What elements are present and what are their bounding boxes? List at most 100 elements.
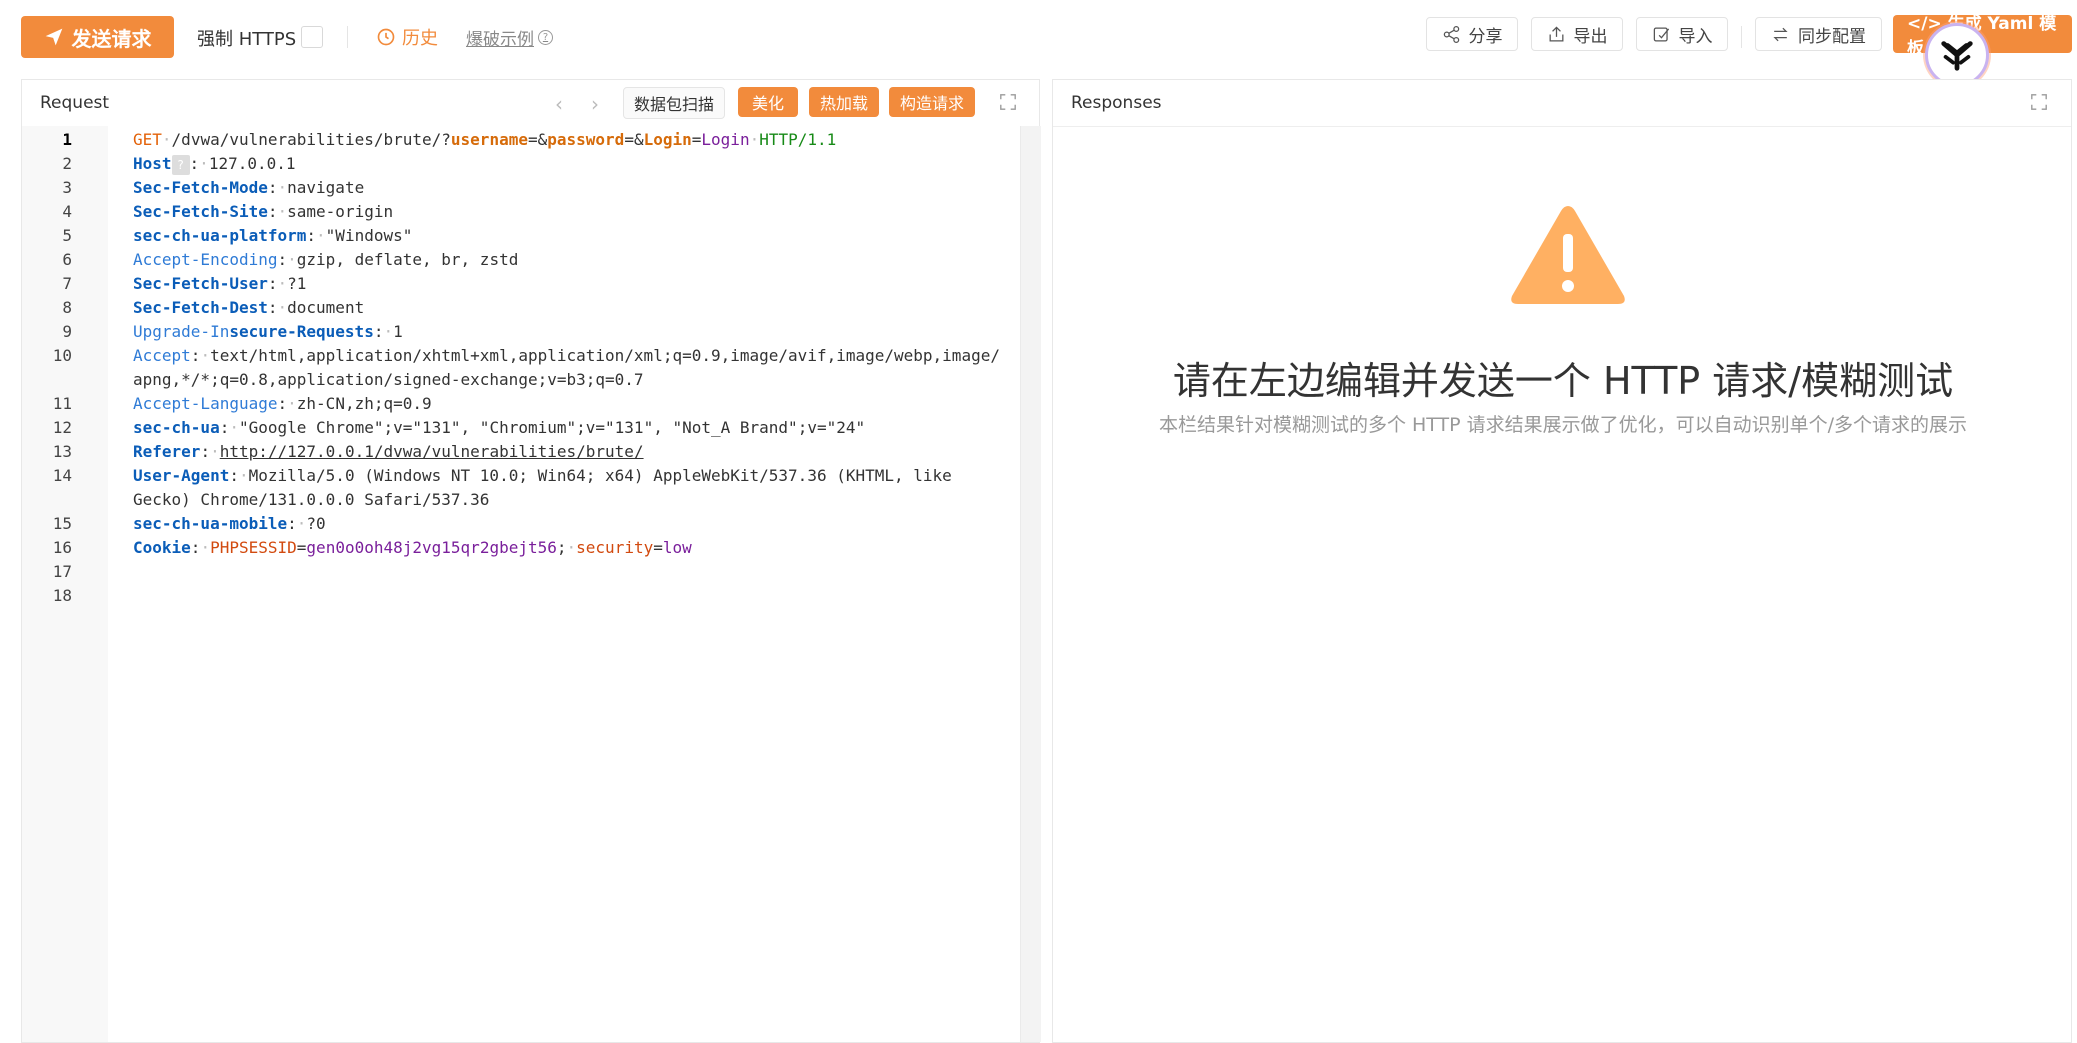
share-label: 分享 [1468, 26, 1503, 47]
send-icon [45, 28, 62, 46]
import-icon [1653, 27, 1669, 41]
line-number: 2 [62, 154, 72, 173]
header-value: document [287, 298, 365, 317]
next-arrow-icon[interactable]: › [591, 92, 599, 116]
header-value: gzip, deflate, br, zstd [296, 250, 519, 269]
http-protocol: HTTP/1.1 [759, 130, 837, 149]
header-value: "Windows" [325, 226, 413, 245]
header-name: sec-ch-ua-mobile [133, 514, 288, 533]
avatar[interactable] [1925, 23, 1989, 87]
header-name: Cookie [133, 538, 191, 557]
top-toolbar: 发送请求 强制 HTTPS 历史 爆破示例 ? 分享 导出 导入 同步配置 </… [0, 0, 2077, 87]
export-button[interactable]: 导出 [1531, 17, 1623, 51]
export-icon [1549, 25, 1563, 41]
brute-example-label: 爆破示例 [466, 30, 534, 50]
history-button[interactable]: 历史 [376, 24, 438, 50]
header-name: User-Agent [133, 466, 230, 485]
param-name: username [450, 130, 528, 149]
header-name: Sec-Fetch-Dest [133, 298, 268, 317]
header-name: sec-ch-ua-platform [133, 226, 307, 245]
empty-state-subtitle: 本栏结果针对模糊测试的多个 HTTP 请求结果展示做了优化，可以自动识别单个/多… [1158, 414, 1968, 436]
request-method: GET [133, 130, 162, 149]
empty-state-title: 请在左边编辑并发送一个 HTTP 请求/模糊测试 [1172, 359, 1954, 403]
line-number: 10 [52, 346, 72, 365]
cookie-value: low [662, 538, 692, 557]
line-number: 1 [62, 130, 72, 149]
line-number-gutter: 1 2 3 4 5 6 7 8 9 10 11 12 13 14 15 16 1… [22, 126, 108, 1042]
line-number: 6 [62, 250, 72, 269]
header-name: Sec-Fetch-Site [133, 202, 268, 221]
header-value: zh-CN,zh;q=0.9 [296, 394, 432, 413]
sync-icon [1773, 27, 1788, 41]
clock-icon [377, 28, 395, 46]
param-name: password [547, 130, 625, 149]
referer-link[interactable]: http://127.0.0.1/dvwa/vulnerabilities/br… [220, 442, 644, 461]
brute-example-link[interactable]: 爆破示例 ? [466, 25, 553, 50]
response-title: Responses [1071, 93, 1162, 113]
sync-config-label: 同步配置 [1798, 26, 1866, 47]
header-value: text/html,application/xhtml+xml,applicat… [210, 346, 1000, 365]
history-label: 历史 [402, 28, 438, 49]
share-icon [1443, 25, 1459, 43]
line-number: 15 [52, 514, 72, 533]
fullscreen-icon[interactable] [2030, 93, 2048, 111]
header-value: 1 [393, 322, 403, 341]
line-number: 9 [62, 322, 72, 341]
send-request-button[interactable]: 发送请求 [21, 16, 174, 58]
warning-icon [1511, 206, 1625, 304]
cookie-name: PHPSESSID [210, 538, 297, 557]
header-value: Mozilla/5.0 (Windows NT 10.0; Win64; x64… [248, 466, 952, 485]
send-request-label: 发送请求 [71, 26, 152, 51]
code-area[interactable]: GET·/dvwa/vulnerabilities/brute/?usernam… [108, 126, 1020, 1042]
response-panel-header: Responses [1053, 80, 2071, 127]
force-https-checkbox[interactable] [301, 26, 323, 48]
request-panel-header: Request ‹ › 数据包扫描 美化 热加载 构造请求 [22, 80, 1039, 127]
cookie-name: security [576, 538, 654, 557]
param-value: Login [701, 130, 750, 149]
request-panel: Request ‹ › 数据包扫描 美化 热加载 构造请求 1 2 3 4 5 … [21, 79, 1041, 1043]
prev-arrow-icon[interactable]: ‹ [555, 92, 563, 116]
force-https-label: 强制 HTTPS [197, 29, 297, 50]
header-value: 127.0.0.1 [208, 154, 296, 173]
header-value: same-origin [287, 202, 394, 221]
import-label: 导入 [1678, 26, 1713, 47]
help-icon[interactable]: ? [171, 154, 190, 175]
header-name: sec-ch-ua [133, 418, 220, 437]
sync-config-button[interactable]: 同步配置 [1755, 17, 1882, 51]
divider [1741, 26, 1742, 48]
header-name: Accept [133, 346, 191, 365]
header-value: apng,*/*;q=0.8,application/signed-exchan… [133, 370, 644, 389]
beautify-button[interactable]: 美化 [738, 87, 798, 117]
line-number: 17 [52, 562, 72, 581]
request-editor[interactable]: 1 2 3 4 5 6 7 8 9 10 11 12 13 14 15 16 1… [22, 126, 1041, 1042]
line-number: 18 [52, 586, 72, 605]
header-name: Accept-Language [133, 394, 278, 413]
fullscreen-icon[interactable] [999, 93, 1017, 111]
hot-load-button[interactable]: 热加载 [809, 87, 879, 117]
header-value: Gecko) Chrome/131.0.0.0 Safari/537.36 [133, 490, 490, 509]
request-path: /dvwa/vulnerabilities/brute/? [171, 130, 451, 149]
header-value: navigate [287, 178, 365, 197]
minimap-scrollbar[interactable] [1020, 126, 1041, 1042]
import-button[interactable]: 导入 [1636, 17, 1728, 51]
header-name: Sec-Fetch-User [133, 274, 268, 293]
line-number: 16 [52, 538, 72, 557]
line-number: 7 [62, 274, 72, 293]
divider [347, 26, 348, 48]
build-request-button[interactable]: 构造请求 [889, 87, 975, 117]
line-number: 8 [62, 298, 72, 317]
logo-icon [1941, 41, 1973, 71]
header-name: Accept-Encoding [133, 250, 278, 269]
line-number: 12 [52, 418, 72, 437]
packet-scan-button[interactable]: 数据包扫描 [623, 87, 726, 119]
param-name: Login [643, 130, 692, 149]
line-number: 14 [52, 466, 72, 485]
line-number: 4 [62, 202, 72, 221]
cookie-value: gen0o0oh48j2vg15qr2gbejt56 [306, 538, 557, 557]
line-number: 13 [52, 442, 72, 461]
header-name: Upgrade-In [133, 322, 230, 341]
share-button[interactable]: 分享 [1426, 17, 1518, 51]
request-title: Request [40, 93, 110, 113]
line-number: 5 [62, 226, 72, 245]
header-name: secure-Requests [229, 322, 374, 341]
